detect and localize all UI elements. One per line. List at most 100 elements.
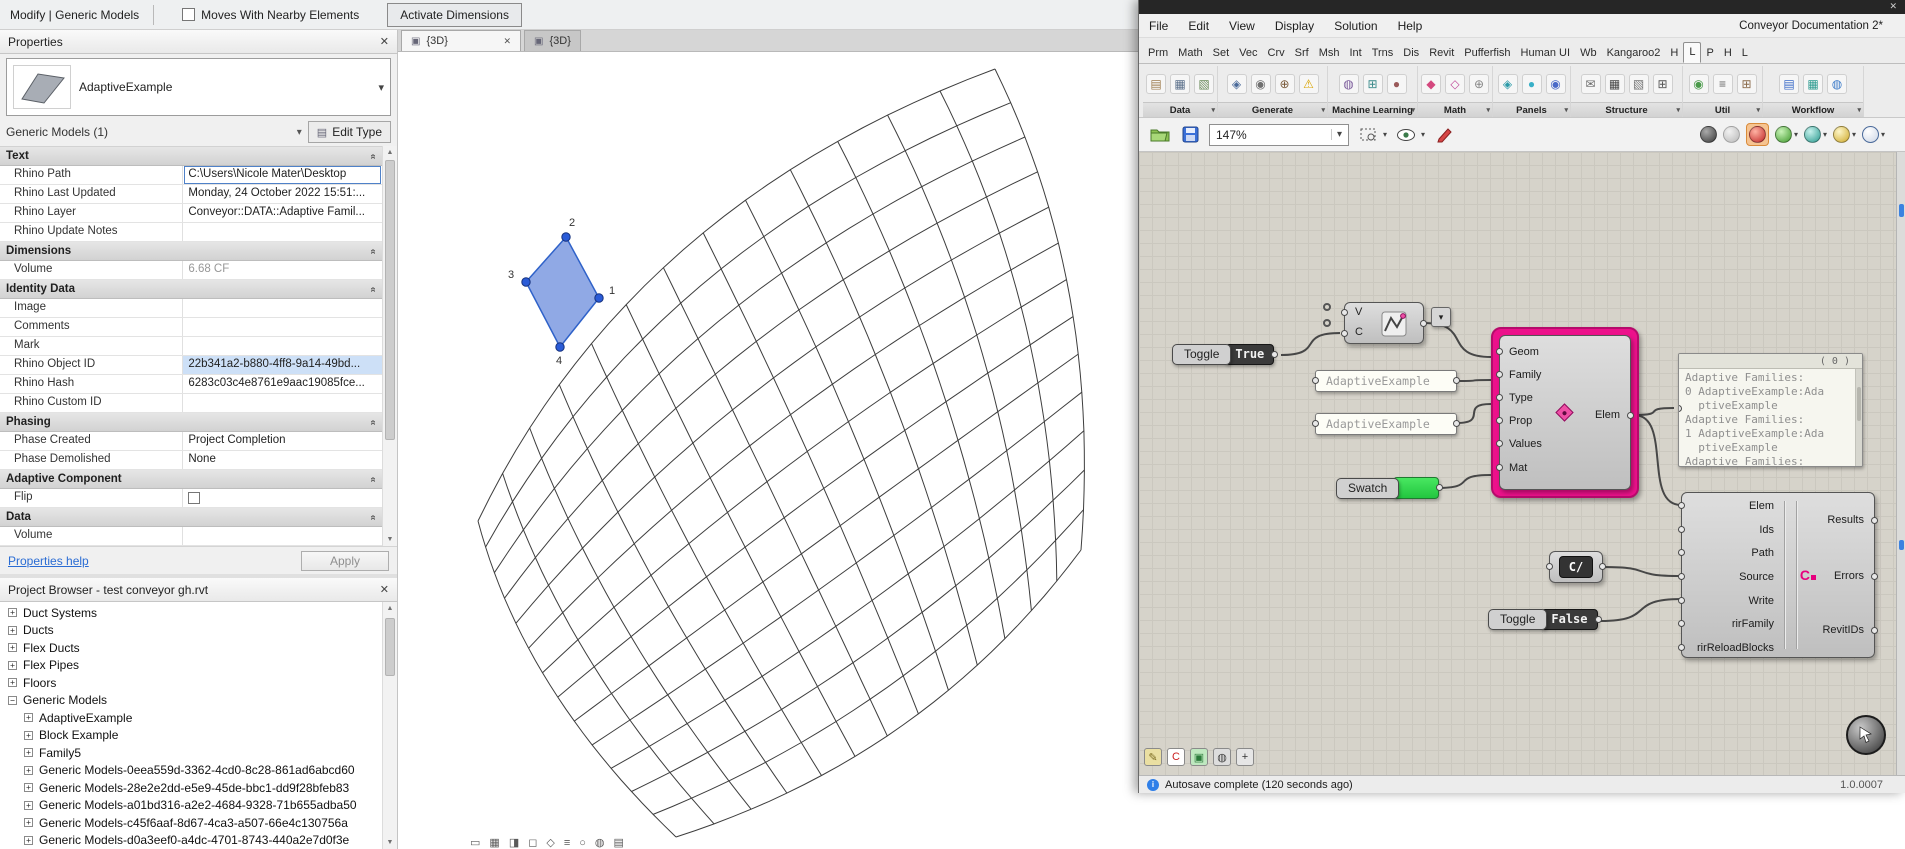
preview-yellow-sphere-icon[interactable] <box>1832 126 1850 143</box>
property-value[interactable]: Conveyor::DATA::Adaptive Famil... <box>183 204 382 222</box>
gh-tab-math-1[interactable]: Math <box>1173 44 1207 63</box>
adaptive-point-1[interactable] <box>594 293 604 303</box>
pipeline-expand-button[interactable]: ▾ <box>1431 307 1451 327</box>
stack-icon[interactable]: ▦ <box>1803 74 1823 94</box>
ribbon-group-label[interactable]: Data ▾ <box>1143 102 1217 117</box>
property-value[interactable]: 6283c03c4e8761e9aac19085fce... <box>183 375 382 393</box>
tree-item-block-example[interactable]: + Block Example <box>0 727 382 745</box>
property-value[interactable] <box>183 299 382 317</box>
gh-tab-int-7[interactable]: Int <box>1344 44 1366 63</box>
gh-tab-crv-4[interactable]: Crv <box>1263 44 1290 63</box>
xml-icon[interactable]: ▧ <box>1194 74 1214 94</box>
gh-tab-h-15[interactable]: H <box>1665 44 1683 63</box>
scroll-up-icon[interactable]: ▲ <box>383 146 397 159</box>
expander-icon[interactable]: + <box>8 608 17 618</box>
bake-component[interactable]: Elem Ids Path Source Write rirFamily rirReload… <box>1678 492 1878 658</box>
preview-teal-sphere-icon[interactable] <box>1803 126 1821 143</box>
flower-icon[interactable]: ◇ <box>1445 74 1465 94</box>
gh-tab-human-ui-12[interactable]: Human UI <box>1516 44 1576 63</box>
property-edit-box[interactable]: C:\Users\Nicole Mater\Desktop <box>184 166 381 184</box>
boolean-toggle-false[interactable]: Toggle False <box>1488 609 1602 630</box>
expander-icon[interactable]: + <box>24 765 33 775</box>
input-grip[interactable] <box>1312 377 1319 384</box>
menu-item-display[interactable]: Display <box>1265 16 1324 36</box>
collapse-section-icon[interactable]: « <box>368 419 379 425</box>
input-grip[interactable] <box>1678 525 1685 533</box>
scrollbar-thumb[interactable] <box>385 160 395 440</box>
chevron-down-icon[interactable]: ▾ <box>1330 129 1342 140</box>
property-value[interactable]: Project Completion <box>183 432 382 450</box>
input-ring[interactable] <box>1323 303 1331 311</box>
expander-icon[interactable]: − <box>8 695 17 705</box>
lattice-icon[interactable]: ▦ <box>1604 74 1625 94</box>
expander-icon[interactable]: + <box>8 643 17 653</box>
scrollbar-thumb[interactable] <box>1857 387 1861 421</box>
input-grip[interactable] <box>1678 620 1685 628</box>
layers-icon[interactable]: ▤ <box>1779 74 1799 94</box>
gh-tab-p-17[interactable]: P <box>1701 44 1718 63</box>
apply-button[interactable]: Apply <box>301 550 389 571</box>
input-grip[interactable] <box>1496 463 1503 471</box>
input-grip[interactable] <box>1496 370 1503 378</box>
chevron-down-icon[interactable]: ▾ <box>1881 130 1885 139</box>
brain-icon[interactable]: ◍ <box>1338 74 1359 94</box>
save-icon[interactable] <box>1179 124 1201 146</box>
chevron-down-icon[interactable]: ▾ <box>1486 106 1490 114</box>
input-rirfamily[interactable]: rirFamily <box>1678 612 1778 636</box>
ribbon-group-label[interactable]: Machine Learning ▾ <box>1328 102 1417 117</box>
input-elem[interactable]: Elem <box>1678 494 1778 518</box>
chevron-down-icon[interactable]: ▾ <box>1852 130 1856 139</box>
sketch-pen-icon[interactable] <box>1433 124 1455 146</box>
input-grip[interactable] <box>1496 417 1503 425</box>
input-grip[interactable] <box>1312 420 1319 427</box>
family-name-panel[interactable]: AdaptiveExample <box>1312 370 1460 392</box>
toggle-value[interactable]: True <box>1225 344 1275 365</box>
adaptive-point-2[interactable] <box>561 232 571 242</box>
collapse-section-icon[interactable]: « <box>368 476 379 482</box>
section-text[interactable]: Text « <box>0 147 382 166</box>
property-value[interactable] <box>183 318 382 336</box>
collapse-section-icon[interactable]: « <box>368 248 379 254</box>
pipeline-component[interactable]: V C <box>1341 302 1427 344</box>
section-identity-data[interactable]: Identity Data « <box>0 280 382 299</box>
preview-ghost-sphere-icon[interactable] <box>1722 126 1740 143</box>
panel-scrollbar[interactable] <box>1855 369 1862 466</box>
view-tab-3d-active[interactable]: ▣ {3D} ✕ <box>401 30 521 51</box>
input-grip[interactable] <box>1496 347 1503 355</box>
gh-tab-srf-5[interactable]: Srf <box>1290 44 1314 63</box>
navigate-icon[interactable]: + <box>1236 748 1254 766</box>
selected-adaptive-component[interactable] <box>525 235 600 349</box>
selection-filter[interactable]: Generic Models (1) ▾ <box>6 125 302 139</box>
clamp-icon[interactable]: ⊞ <box>1736 74 1757 94</box>
ribbon-group-label[interactable]: Generate ▾ <box>1218 102 1327 117</box>
chevron-down-icon[interactable]: ▾ <box>1421 130 1425 139</box>
data-panel[interactable]: ( 0 ) Adaptive Families: 0 AdaptiveExampl… <box>1678 353 1863 467</box>
gh-tab-h-18[interactable]: H <box>1719 44 1737 63</box>
input-path[interactable]: Path <box>1678 541 1778 565</box>
table-icon[interactable]: ▦ <box>1170 74 1190 94</box>
tree-item-family5[interactable]: + Family5 <box>0 744 382 762</box>
property-value[interactable]: 22b341a2-b880-4ff8-9a14-49bd... <box>183 356 382 374</box>
edit-type-button[interactable]: ▤ Edit Type <box>307 121 391 143</box>
view-control-icon-2[interactable]: ◨ <box>509 838 519 849</box>
gh-titlebar[interactable]: ✕ <box>1139 0 1905 14</box>
view-control-icon-5[interactable]: ≡ <box>564 838 570 849</box>
expander-icon[interactable]: + <box>8 625 17 635</box>
gh-tab-msh-6[interactable]: Msh <box>1314 44 1345 63</box>
expander-icon[interactable]: + <box>24 713 33 723</box>
property-value[interactable]: None <box>183 451 382 469</box>
expander-icon[interactable]: + <box>24 835 33 845</box>
close-view-tab-icon[interactable]: ✕ <box>503 36 511 47</box>
browser-scrollbar[interactable]: ▲ ▼ <box>382 602 397 849</box>
ribbon-group-label[interactable]: Math ▾ <box>1418 102 1492 117</box>
conveyor-file-param[interactable]: C/ <box>1546 551 1606 583</box>
ribbon-group-label[interactable]: Panels ▾ <box>1493 102 1570 117</box>
gear-icon[interactable]: ⊕ <box>1469 74 1489 94</box>
tree-item-adaptiveexample[interactable]: + AdaptiveExample <box>0 709 382 727</box>
tree-item-generic-models-d0a3eef0-a4dc-4701-8743-440a2e7d0f3e[interactable]: + Generic Models-d0a3eef0-a4dc-4701-8743-… <box>0 832 382 849</box>
globe-icon[interactable]: ◍ <box>1213 748 1231 766</box>
activate-dimensions-button[interactable]: Activate Dimensions <box>387 2 522 27</box>
ribbon-group-label[interactable]: Util ▾ <box>1683 102 1762 117</box>
colour-swatch[interactable]: Swatch <box>1336 477 1444 499</box>
tree-item-ducts[interactable]: + Ducts <box>0 622 382 640</box>
